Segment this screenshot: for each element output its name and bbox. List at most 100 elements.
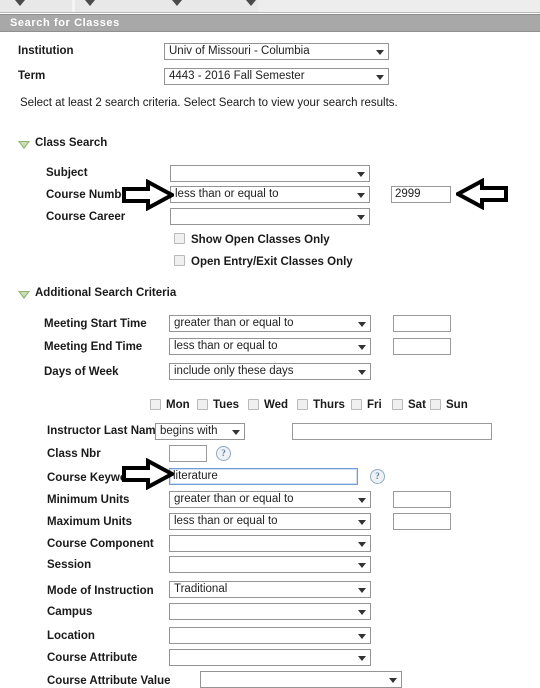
chevron-down-icon [357, 215, 365, 220]
subject-select[interactable] [170, 165, 370, 182]
class-nbr-help-icon[interactable]: ? [216, 446, 231, 461]
course-number-operator-select[interactable]: less than or equal to [170, 186, 370, 203]
meeting-start-time-operator-value: greater than or equal to [174, 317, 294, 329]
open-entry-exit-label: Open Entry/Exit Classes Only [191, 256, 353, 268]
day-checkbox-sat[interactable] [392, 399, 403, 410]
additional-criteria-section-title: Additional Search Criteria [35, 287, 177, 299]
meeting-end-time-operator-select[interactable]: less than or equal to [169, 338, 371, 355]
meeting-end-time-label: Meeting End Time [44, 341, 143, 353]
institution-select[interactable]: Univ of Missouri - Columbia [164, 43, 389, 60]
day-checkbox-sun[interactable] [430, 399, 441, 410]
nav-divider [72, 0, 75, 12]
course-component-label: Course Component [47, 538, 154, 550]
chevron-down-icon [358, 588, 366, 593]
day-checkbox-fri[interactable] [351, 399, 362, 410]
maximum-units-operator-value: less than or equal to [174, 515, 278, 527]
chevron-down-icon [358, 498, 366, 503]
chevron-down-icon [358, 656, 366, 661]
meeting-end-time-operator-value: less than or equal to [174, 340, 278, 352]
days-of-week-operator-select[interactable]: include only these days [169, 363, 371, 380]
mode-of-instruction-select[interactable]: Traditional [169, 581, 371, 598]
course-keyword-input[interactable]: literature [169, 468, 358, 485]
institution-select-value: Univ of Missouri - Columbia [169, 45, 310, 57]
arrow-right-course-number-annotation [122, 179, 174, 211]
chevron-down-icon[interactable] [85, 0, 95, 6]
day-label-thurs: Thurs [313, 399, 345, 411]
search-instructions: Select at least 2 search criteria. Selec… [20, 97, 398, 109]
chevron-down-icon [358, 634, 366, 639]
meeting-start-time-input[interactable] [393, 315, 451, 332]
institution-label: Institution [18, 45, 74, 57]
open-entry-exit-checkbox[interactable] [174, 255, 185, 266]
chevron-down-icon [357, 172, 365, 177]
course-number-input-value: 2999 [395, 188, 421, 200]
course-attribute-select[interactable] [169, 649, 371, 666]
course-component-select[interactable] [169, 535, 371, 552]
top-nav-strip [0, 0, 540, 13]
meeting-start-time-operator-select[interactable]: greater than or equal to [169, 315, 371, 332]
chevron-down-icon [358, 370, 366, 375]
campus-select[interactable] [169, 603, 371, 620]
term-select-value: 4443 - 2016 Fall Semester [169, 70, 305, 82]
chevron-down-icon [358, 345, 366, 350]
days-of-week-label: Days of Week [44, 366, 119, 378]
show-open-classes-checkbox[interactable] [174, 233, 185, 244]
chevron-down-icon [358, 610, 366, 615]
day-checkbox-mon[interactable] [150, 399, 161, 410]
subject-label: Subject [46, 167, 88, 179]
course-number-operator-value: less than or equal to [175, 188, 279, 200]
chevron-down-icon [232, 430, 240, 435]
mode-of-instruction-select-value: Traditional [174, 583, 228, 595]
day-label-sat: Sat [408, 399, 426, 411]
days-of-week-operator-value: include only these days [174, 365, 294, 377]
triangle-down-inner-icon [20, 292, 28, 297]
instructor-last-name-input[interactable] [292, 423, 492, 440]
session-label: Session [47, 559, 92, 571]
course-number-input[interactable]: 2999 [391, 186, 451, 203]
day-checkbox-thurs[interactable] [297, 399, 308, 410]
class-nbr-label: Class Nbr [47, 448, 101, 460]
course-number-label: Course Number [46, 189, 133, 201]
minimum-units-operator-select[interactable]: greater than or equal to [169, 491, 371, 508]
campus-label: Campus [47, 606, 93, 618]
course-career-select[interactable] [170, 208, 370, 225]
term-select[interactable]: 4443 - 2016 Fall Semester [164, 68, 389, 85]
term-label: Term [18, 70, 46, 82]
day-checkbox-tues[interactable] [197, 399, 208, 410]
chevron-down-icon [357, 193, 365, 198]
meeting-start-time-label: Meeting Start Time [44, 318, 147, 330]
course-attribute-value-select[interactable] [200, 671, 402, 688]
minimum-units-input[interactable] [393, 491, 451, 508]
maximum-units-operator-select[interactable]: less than or equal to [169, 513, 371, 530]
chevron-down-icon[interactable] [172, 0, 182, 6]
show-open-classes-label: Show Open Classes Only [191, 234, 330, 246]
instructor-last-name-label: Instructor Last Name [47, 425, 163, 437]
chevron-down-icon [376, 75, 384, 80]
location-select[interactable] [169, 627, 371, 644]
location-label: Location [47, 630, 95, 642]
chevron-down-icon [358, 520, 366, 525]
class-search-section-title: Class Search [35, 137, 108, 149]
minimum-units-operator-value: greater than or equal to [174, 493, 294, 505]
triangle-down-inner-icon [20, 142, 28, 147]
instructor-last-name-operator-value: begins with [160, 425, 218, 437]
day-checkbox-wed[interactable] [248, 399, 259, 410]
course-keyword-help-icon[interactable]: ? [370, 469, 385, 484]
chevron-down-icon[interactable] [15, 0, 25, 6]
course-attribute-label: Course Attribute [47, 652, 138, 664]
instructor-last-name-operator-select[interactable]: begins with [155, 423, 245, 440]
page-header-bar: Search for Classes [0, 14, 540, 32]
chevron-down-icon [389, 678, 397, 683]
mode-of-instruction-label: Mode of Instruction [47, 585, 154, 597]
chevron-down-icon [358, 563, 366, 568]
minimum-units-label: Minimum Units [47, 494, 130, 506]
day-label-sun: Sun [446, 399, 468, 411]
day-label-wed: Wed [264, 399, 289, 411]
chevron-down-icon[interactable] [246, 0, 256, 6]
day-label-tues: Tues [213, 399, 239, 411]
class-nbr-input[interactable] [169, 445, 207, 462]
meeting-end-time-input[interactable] [393, 338, 451, 355]
course-career-label: Course Career [46, 211, 126, 223]
maximum-units-input[interactable] [393, 513, 451, 530]
session-select[interactable] [169, 556, 371, 573]
